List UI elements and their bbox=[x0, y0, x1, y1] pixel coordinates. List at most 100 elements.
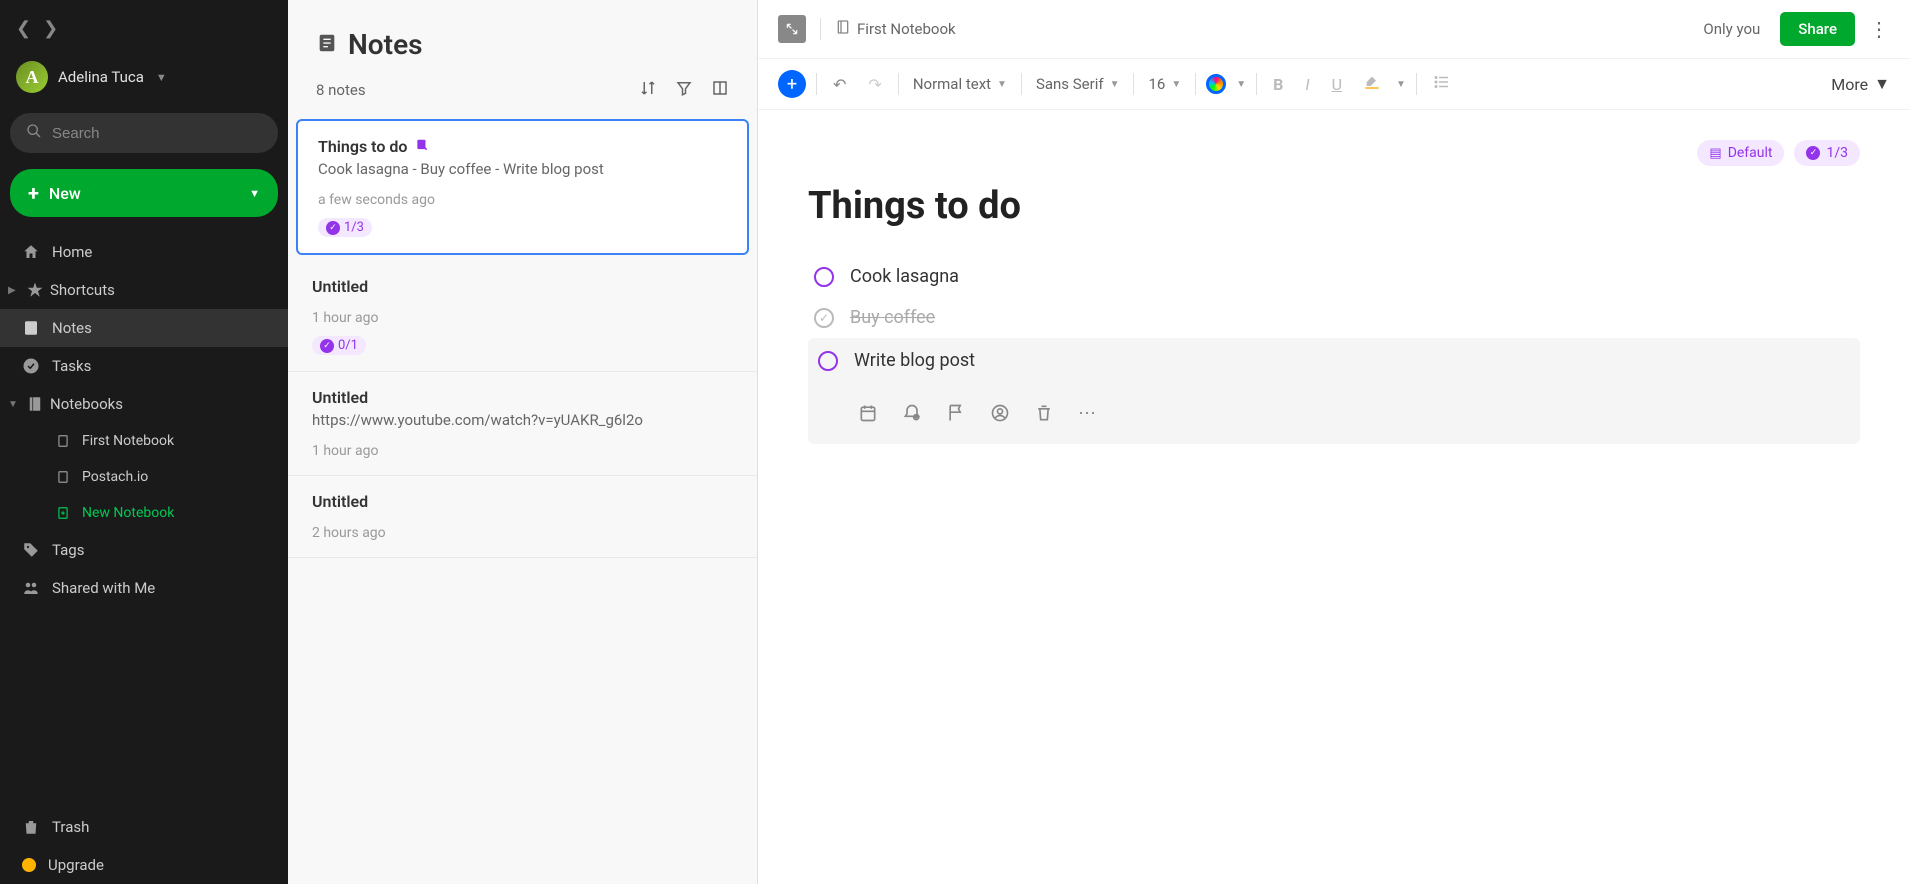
star-icon bbox=[26, 281, 44, 299]
sharing-status[interactable]: Only you bbox=[1703, 20, 1760, 38]
task-checkbox[interactable] bbox=[818, 351, 838, 371]
expand-icon[interactable] bbox=[778, 15, 806, 43]
nav-tasks[interactable]: Tasks bbox=[0, 347, 288, 385]
notebook-postach[interactable]: Postach.io bbox=[0, 459, 288, 495]
task-progress-badge: ✓ 1/3 bbox=[318, 218, 372, 237]
list-icon[interactable] bbox=[1427, 69, 1457, 99]
notebook-label: First Notebook bbox=[82, 433, 174, 449]
back-icon[interactable]: ❮ bbox=[16, 18, 31, 39]
task-checkbox[interactable] bbox=[814, 267, 834, 287]
toolbar-more[interactable]: More ▼ bbox=[1831, 74, 1890, 94]
sort-icon[interactable] bbox=[639, 79, 657, 101]
forward-icon[interactable]: ❯ bbox=[43, 18, 58, 39]
progress-badge[interactable]: ✓ 1/3 bbox=[1794, 140, 1860, 166]
nav-home[interactable]: Home bbox=[0, 233, 288, 271]
editor-topbar: First Notebook Only you Share ⋮ bbox=[758, 0, 1910, 59]
expand-icon[interactable]: ▶ bbox=[8, 285, 20, 296]
task-item[interactable]: Cook lasagna bbox=[808, 256, 1860, 297]
task-item-selected[interactable]: Write blog post ⋯ bbox=[808, 338, 1860, 444]
task-text[interactable]: Buy coffee bbox=[850, 307, 935, 328]
new-button[interactable]: + New ▼ bbox=[10, 169, 278, 217]
calendar-icon[interactable] bbox=[858, 403, 878, 428]
assign-icon[interactable] bbox=[990, 403, 1010, 428]
chevron-down-icon[interactable]: ▼ bbox=[1236, 79, 1246, 90]
nav-notebooks[interactable]: ▼ Notebooks bbox=[0, 385, 288, 423]
nav-label: Notes bbox=[52, 319, 92, 337]
paragraph-style-select[interactable]: Normal text ▼ bbox=[909, 75, 1011, 93]
chevron-down-icon[interactable]: ▼ bbox=[1396, 79, 1406, 90]
chevron-down-icon: ▼ bbox=[1171, 79, 1181, 90]
task-text[interactable]: Cook lasagna bbox=[850, 266, 959, 287]
reminder-icon[interactable] bbox=[902, 403, 922, 428]
sidebar: ❮ ❯ A Adelina Tuca ▼ + New ▼ Home ▶ Shor… bbox=[0, 0, 288, 884]
nav-shared[interactable]: Shared with Me bbox=[0, 569, 288, 607]
note-title-heading[interactable]: Things to do bbox=[808, 184, 1860, 228]
template-badge[interactable]: ▤ Default bbox=[1697, 140, 1784, 166]
redo-icon[interactable]: ↷ bbox=[862, 71, 887, 98]
font-size-select[interactable]: 16 ▼ bbox=[1144, 75, 1185, 93]
view-icon[interactable] bbox=[711, 79, 729, 101]
text-color-picker[interactable] bbox=[1206, 74, 1226, 94]
upgrade-icon bbox=[22, 858, 36, 872]
note-title: Things to do bbox=[318, 137, 407, 156]
check-icon: ✓ bbox=[1806, 146, 1820, 160]
undo-icon[interactable]: ↶ bbox=[827, 71, 852, 98]
notebook-first[interactable]: First Notebook bbox=[0, 423, 288, 459]
user-name: Adelina Tuca bbox=[58, 68, 144, 86]
share-button[interactable]: Share bbox=[1780, 12, 1855, 46]
nav-tags[interactable]: Tags bbox=[0, 531, 288, 569]
divider bbox=[1021, 73, 1022, 95]
new-label: New bbox=[49, 184, 81, 203]
bold-icon[interactable]: B bbox=[1267, 71, 1289, 98]
trash-icon bbox=[22, 818, 40, 836]
user-menu[interactable]: A Adelina Tuca ▼ bbox=[0, 49, 288, 105]
notebook-plus-icon bbox=[54, 506, 72, 520]
editor-pane: First Notebook Only you Share ⋮ + ↶ ↷ No… bbox=[758, 0, 1910, 884]
insert-button[interactable]: + bbox=[778, 70, 806, 98]
more-options-icon[interactable]: ⋮ bbox=[1869, 17, 1890, 41]
notes-count: 8 notes bbox=[316, 81, 366, 99]
select-value: Normal text bbox=[913, 75, 991, 93]
task-checkbox[interactable]: ✓ bbox=[814, 308, 834, 328]
task-item[interactable]: ✓ Buy coffee bbox=[808, 297, 1860, 338]
task-text[interactable]: Write blog post bbox=[854, 350, 975, 371]
flag-icon[interactable] bbox=[946, 403, 966, 428]
nav-arrows: ❮ ❯ bbox=[0, 8, 288, 49]
divider bbox=[1256, 73, 1257, 95]
search-icon bbox=[26, 123, 42, 143]
font-family-select[interactable]: Sans Serif ▼ bbox=[1032, 75, 1124, 93]
delete-icon[interactable] bbox=[1034, 403, 1054, 428]
note-card[interactable]: Untitled https://www.youtube.com/watch?v… bbox=[288, 372, 757, 476]
nav-trash[interactable]: Trash bbox=[0, 808, 288, 846]
filter-icon[interactable] bbox=[675, 79, 693, 101]
breadcrumb-notebook[interactable]: First Notebook bbox=[835, 19, 956, 39]
nav-shortcuts[interactable]: ▶ Shortcuts bbox=[0, 271, 288, 309]
note-preview: Cook lasagna - Buy coffee - Write blog p… bbox=[318, 160, 727, 178]
note-badges: ▤ Default ✓ 1/3 bbox=[808, 140, 1860, 166]
select-value: Sans Serif bbox=[1036, 75, 1104, 93]
search-box[interactable] bbox=[10, 113, 278, 153]
nav-notes[interactable]: Notes bbox=[0, 309, 288, 347]
note-card[interactable]: Things to do Cook lasagna - Buy coffee -… bbox=[296, 119, 749, 255]
expand-icon[interactable]: ▼ bbox=[8, 399, 20, 410]
task-toolbar: ⋯ bbox=[818, 387, 1850, 432]
task-note-icon bbox=[415, 137, 429, 156]
nav-upgrade[interactable]: Upgrade bbox=[0, 846, 288, 884]
italic-icon[interactable]: I bbox=[1299, 71, 1315, 98]
underline-icon[interactable]: U bbox=[1326, 71, 1348, 98]
highlight-icon[interactable] bbox=[1358, 70, 1386, 98]
search-input[interactable] bbox=[52, 125, 262, 142]
nav-label: Home bbox=[52, 243, 92, 261]
note-card[interactable]: Untitled 1 hour ago ✓ 0/1 bbox=[288, 261, 757, 372]
note-card[interactable]: Untitled 2 hours ago bbox=[288, 476, 757, 558]
avatar: A bbox=[16, 61, 48, 93]
home-icon bbox=[22, 243, 40, 261]
nav-label: Upgrade bbox=[48, 856, 104, 874]
note-time: a few seconds ago bbox=[318, 192, 727, 208]
more-icon[interactable]: ⋯ bbox=[1078, 403, 1096, 428]
editor-body[interactable]: ▤ Default ✓ 1/3 Things to do Cook lasagn… bbox=[758, 110, 1910, 884]
notes-pane: Notes 8 notes Things to do Cook lasagna … bbox=[288, 0, 758, 884]
notebook-icon bbox=[835, 19, 851, 39]
notebook-label: New Notebook bbox=[82, 505, 174, 521]
notebook-new[interactable]: New Notebook bbox=[0, 495, 288, 531]
